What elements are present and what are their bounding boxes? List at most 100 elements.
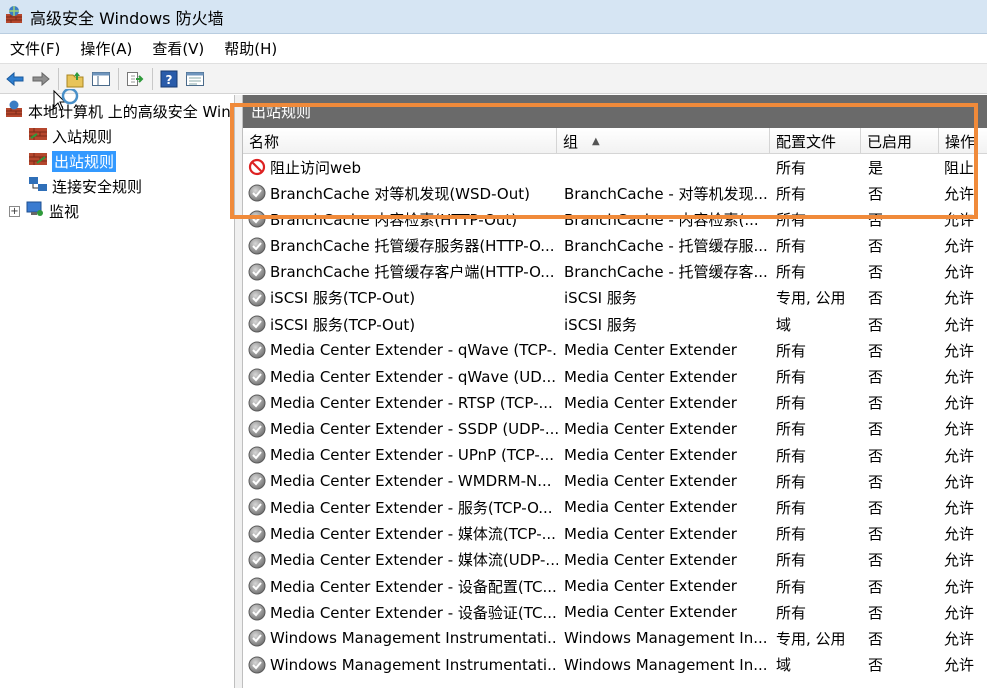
pane-splitter[interactable]: [235, 95, 243, 688]
forward-icon[interactable]: [30, 68, 52, 90]
menu-action[interactable]: 操作(A): [70, 38, 142, 59]
rule-name: Media Center Extender - SSDP (UDP-...: [270, 419, 558, 438]
rule-group: BranchCache - 内容检索(...: [564, 210, 759, 229]
table-row[interactable]: Media Center Extender - 媒体流(UDP-... Media…: [243, 547, 987, 573]
rule-name: Media Center Extender - WMDRM-N...: [270, 472, 552, 491]
cell-enabled: 否: [868, 547, 938, 573]
table-row[interactable]: BranchCache 内容检索(HTTP-Out) BranchCache - …: [243, 206, 987, 232]
rule-action: 允许: [944, 263, 975, 282]
tree-item-outbound-rules[interactable]: 出站规则: [28, 149, 117, 173]
cell-group: Media Center Extender: [564, 521, 768, 547]
table-row[interactable]: Media Center Extender - 设备验证(TC... Media …: [243, 599, 987, 625]
rule-group: Media Center Extender: [564, 419, 737, 438]
rule-disabled-icon: [248, 629, 266, 647]
rule-group: Media Center Extender: [564, 603, 737, 622]
cell-enabled: 否: [868, 364, 938, 390]
rule-disabled-icon: [248, 184, 266, 202]
cell-name: iSCSI 服务(TCP-Out): [248, 311, 558, 337]
cell-group: Media Center Extender: [564, 416, 768, 442]
cell-group: Media Center Extender: [564, 337, 768, 363]
up-folder-icon[interactable]: [64, 68, 86, 90]
column-header-enabled[interactable]: 已启用: [861, 128, 939, 154]
properties-icon[interactable]: [184, 68, 206, 90]
rule-action: 允许: [944, 472, 975, 491]
table-row[interactable]: iSCSI 服务(TCP-Out) iSCSI 服务 域 否 允许: [243, 311, 987, 337]
table-row[interactable]: iSCSI 服务(TCP-Out) iSCSI 服务 专用, 公用 否 允许: [243, 285, 987, 311]
column-header-profile[interactable]: 配置文件: [770, 128, 861, 154]
rule-action: 允许: [944, 315, 975, 334]
export-icon[interactable]: [124, 68, 146, 90]
table-row[interactable]: BranchCache 托管缓存服务器(HTTP-O... BranchCache…: [243, 233, 987, 259]
tree-item-label: 监视: [49, 202, 80, 221]
rule-disabled-icon: [248, 315, 266, 333]
back-icon[interactable]: [4, 68, 26, 90]
cell-profile: 所有: [776, 521, 861, 547]
cell-profile: 所有: [776, 547, 861, 573]
rule-action: 允许: [944, 551, 975, 570]
cell-name: Windows Management Instrumentati...: [248, 625, 558, 651]
rule-profile: 所有: [776, 158, 807, 177]
cell-group: Media Center Extender: [564, 364, 768, 390]
expand-icon[interactable]: +: [9, 205, 20, 217]
table-row[interactable]: Windows Management Instrumentati... Windo…: [243, 652, 987, 678]
table-row[interactable]: Media Center Extender - 服务(TCP-O... Media…: [243, 494, 987, 520]
cell-enabled: 是: [868, 154, 938, 180]
table-row[interactable]: BranchCache 对等机发现(WSD-Out) BranchCache - …: [243, 180, 987, 206]
tree-root[interactable]: 本地计算机 上的高级安全 Windows 防火墙: [4, 99, 233, 123]
rules-pane: 出站规则 名称 组 ▲ 配置文件 已启用 操作 阻止访问web 所有是阻止 Branc…: [243, 95, 987, 688]
column-header-group[interactable]: 组 ▲: [557, 128, 770, 154]
rules-list: 阻止访问web 所有是阻止 BranchCache 对等机发现(WSD-Out) Br…: [243, 154, 987, 678]
cell-action: 允许: [944, 521, 987, 547]
menu-view[interactable]: 查看(V): [142, 38, 214, 59]
table-row[interactable]: Media Center Extender - SSDP (UDP-... Med…: [243, 416, 987, 442]
table-row[interactable]: Media Center Extender - qWave (TCP-... Me…: [243, 337, 987, 363]
table-row[interactable]: Media Center Extender - WMDRM-N... Media …: [243, 468, 987, 494]
rule-enabled: 否: [868, 446, 884, 465]
rule-enabled: 否: [868, 472, 884, 491]
table-row[interactable]: Windows Management Instrumentati... Windo…: [243, 625, 987, 651]
column-header-action[interactable]: 操作: [939, 128, 987, 154]
tree-item-label: 连接安全规则: [52, 177, 143, 196]
table-row[interactable]: 阻止访问web 所有 是 阻止: [243, 154, 987, 180]
column-header-name[interactable]: 名称: [243, 128, 557, 154]
rule-group: iSCSI 服务: [564, 315, 637, 334]
tree-item-connection-security-rules[interactable]: 连接安全规则: [28, 174, 142, 198]
rule-enabled: 否: [868, 498, 884, 517]
rule-action: 允许: [944, 603, 975, 622]
table-row[interactable]: BranchCache 托管缓存客户端(HTTP-O... BranchCache…: [243, 259, 987, 285]
cell-name: Media Center Extender - 媒体流(TCP-...: [248, 521, 558, 547]
rule-disabled-icon: [248, 498, 266, 516]
help-icon[interactable]: ?: [158, 68, 180, 90]
column-header-label: 名称: [249, 132, 280, 151]
rule-group: Media Center Extender: [564, 341, 737, 360]
rule-enabled: 否: [868, 577, 884, 596]
column-header-label: 组: [563, 132, 579, 151]
show-hide-tree-icon[interactable]: [90, 68, 112, 90]
menu-help[interactable]: 帮助(H): [214, 38, 287, 59]
cell-action: 允许: [944, 337, 987, 363]
rule-group: Media Center Extender: [564, 577, 737, 595]
table-row[interactable]: Media Center Extender - RTSP (TCP-... Med…: [243, 390, 987, 416]
rule-disabled-icon: [248, 237, 266, 255]
table-row[interactable]: Media Center Extender - qWave (UD... Medi…: [243, 364, 987, 390]
cell-group: Media Center Extender: [564, 573, 768, 599]
rule-profile: 域: [776, 656, 792, 675]
cell-enabled: 否: [868, 416, 938, 442]
cell-group: Media Center Extender: [564, 390, 768, 416]
rule-name: Media Center Extender - RTSP (TCP-...: [270, 393, 553, 412]
rule-disabled-icon: [248, 210, 266, 228]
cell-group: Media Center Extender: [564, 442, 768, 468]
table-row[interactable]: Media Center Extender - 设备配置(TC... Media …: [243, 573, 987, 599]
cell-profile: 专用, 公用: [776, 285, 861, 311]
cell-group: Media Center Extender: [564, 599, 768, 625]
cell-action: 阻止: [944, 154, 987, 180]
table-row[interactable]: Media Center Extender - 媒体流(TCP-... Media…: [243, 521, 987, 547]
menu-file[interactable]: 文件(F): [0, 38, 70, 59]
table-row[interactable]: Media Center Extender - UPnP (TCP-... Med…: [243, 442, 987, 468]
tree-item-inbound-rules[interactable]: 入站规则: [28, 124, 112, 148]
tree-item-monitoring[interactable]: + 监视: [9, 199, 79, 223]
rule-profile: 域: [776, 315, 792, 334]
rule-group: Media Center Extender: [564, 472, 737, 491]
cell-group: BranchCache - 对等机发现...: [564, 180, 768, 206]
cell-action: 允许: [944, 652, 987, 678]
